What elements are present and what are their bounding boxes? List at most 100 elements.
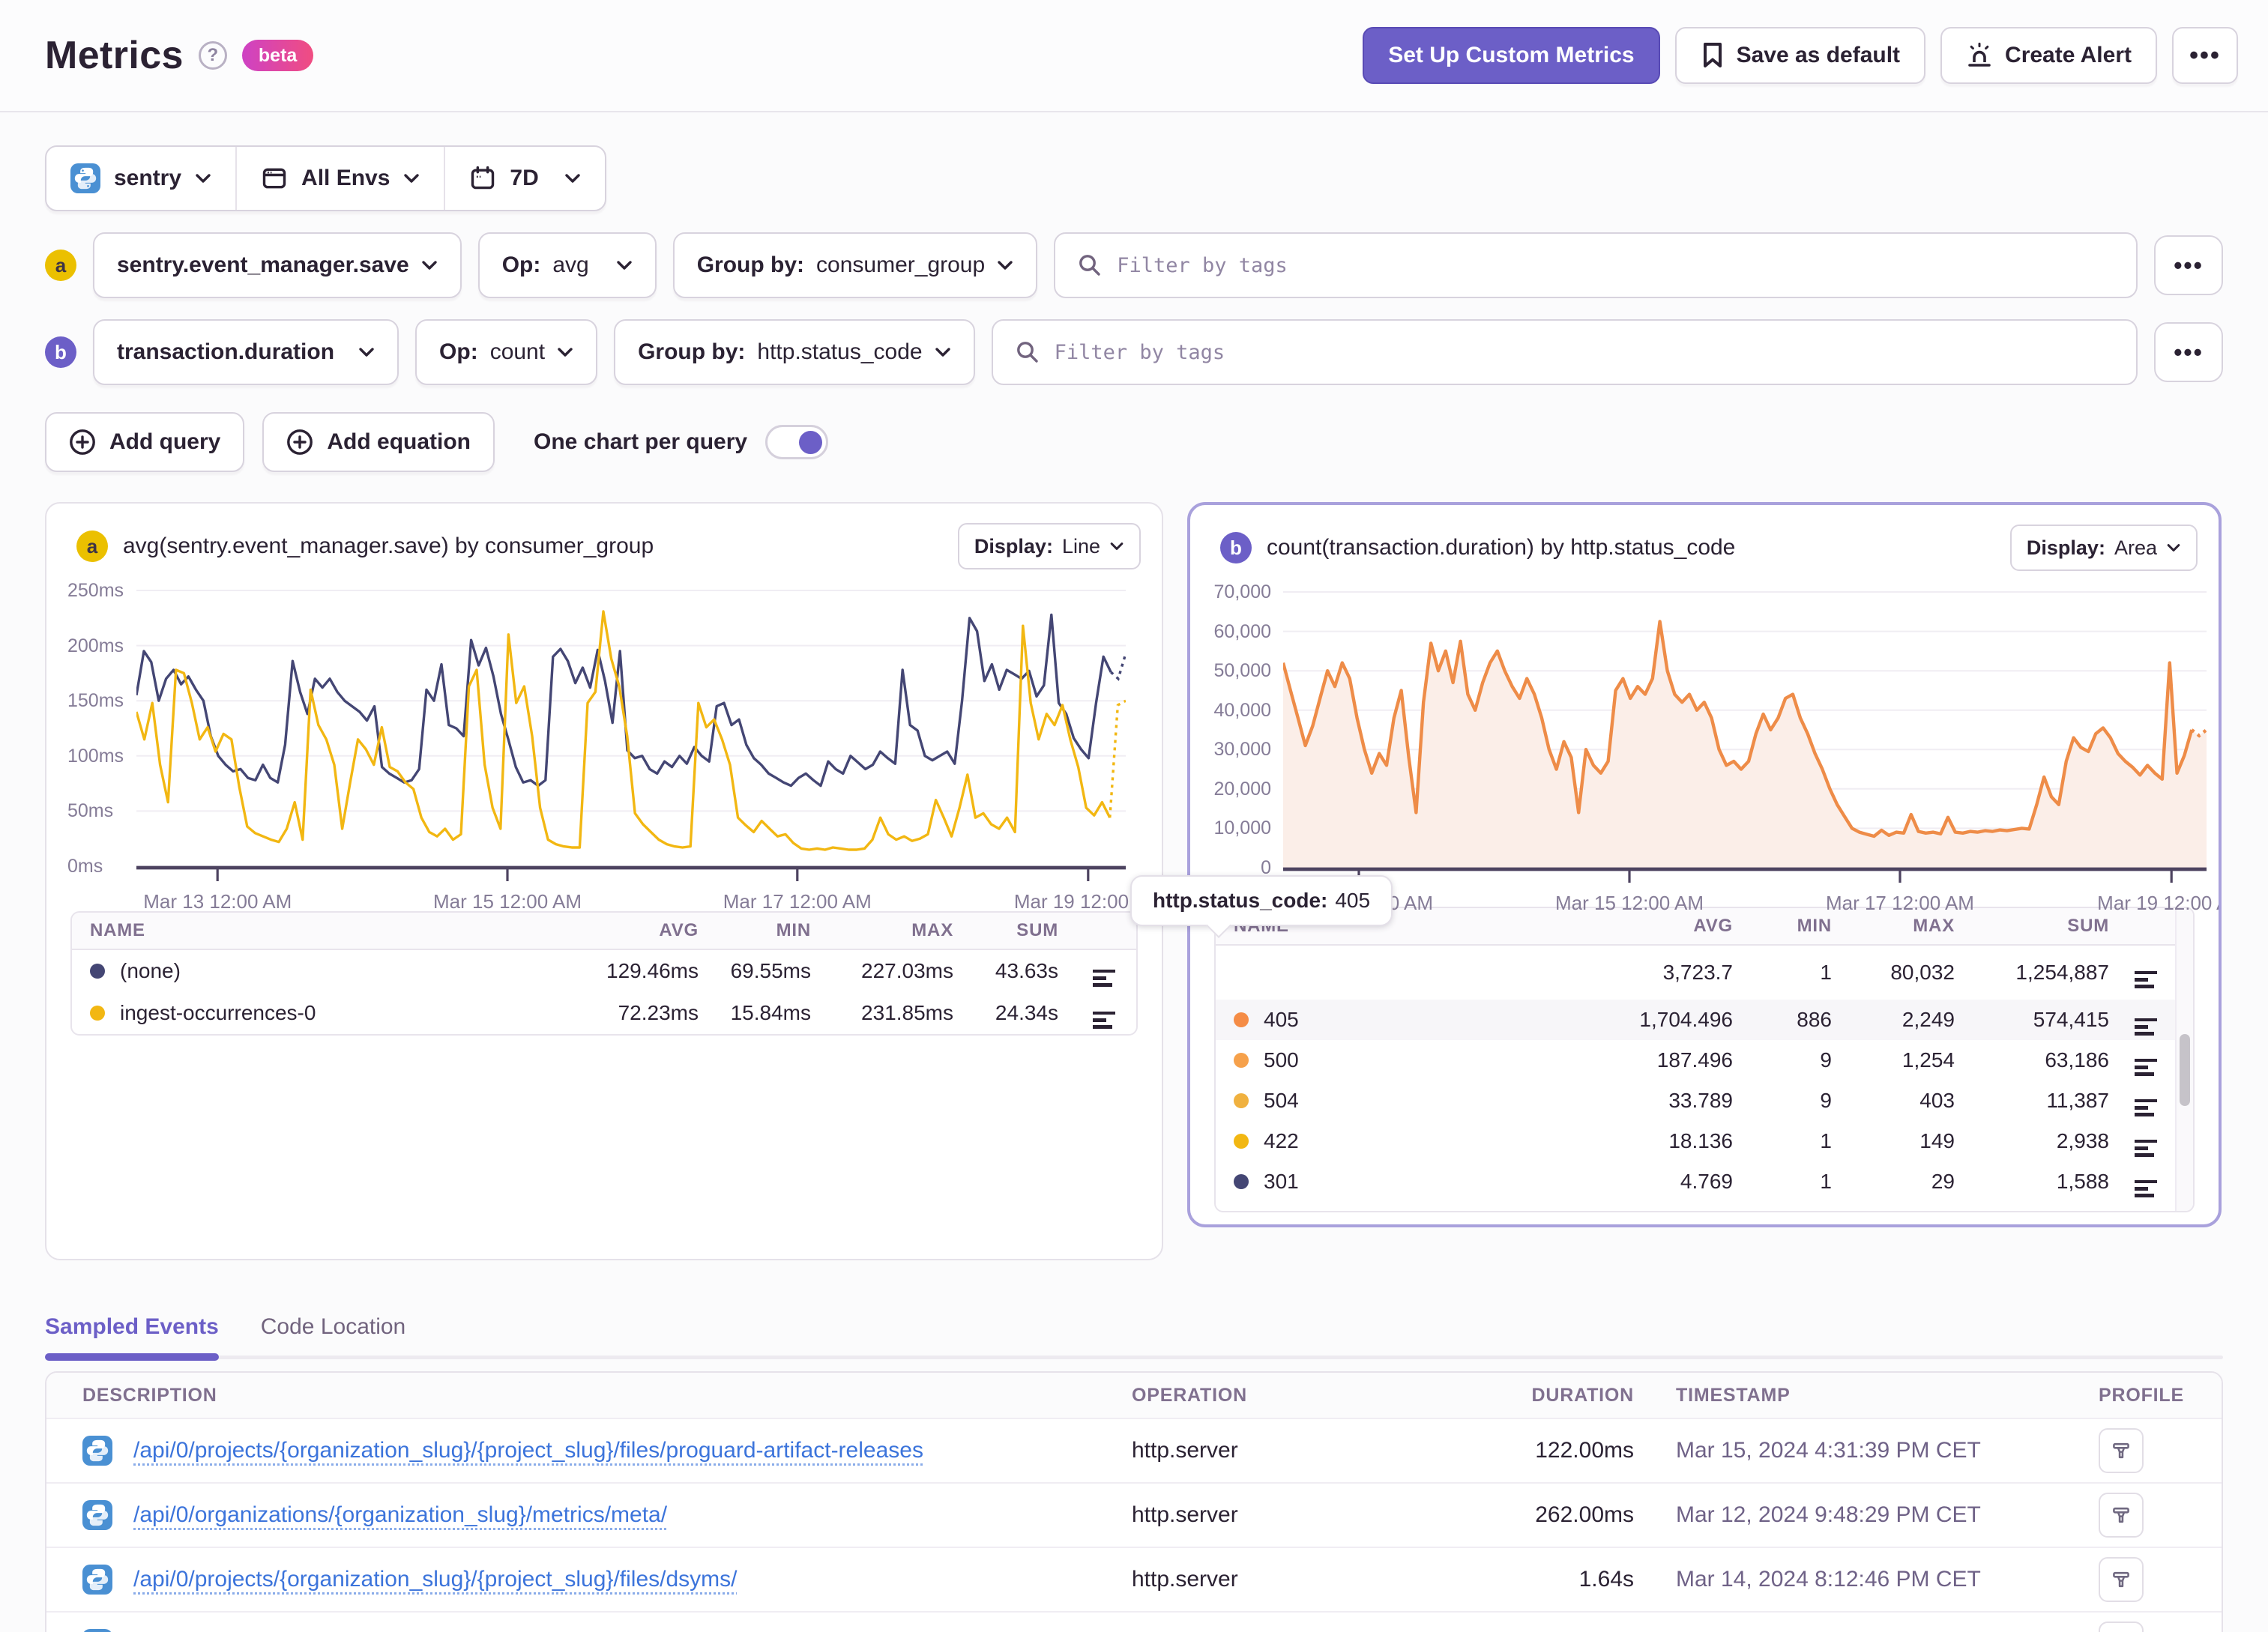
event-description-link[interactable]: /api/0/organizations/{organization_slug}…	[133, 1502, 667, 1528]
series-settings-icon[interactable]	[2135, 1179, 2157, 1201]
setup-custom-metrics-button[interactable]: Set Up Custom Metrics	[1363, 27, 1660, 84]
legend-row[interactable]: 502 6.904134863	[1216, 1202, 2193, 1211]
groupby-select-a[interactable]: Group by: consumer_group	[672, 232, 1038, 298]
legend-row[interactable]: 3,723.7 1 80,032 1,254,887	[1216, 946, 2193, 1000]
legend-scrollbar[interactable]	[2175, 908, 2193, 1211]
legend-row[interactable]: (none) 129.46ms 69.55ms 227.03ms 43.63s	[72, 950, 1136, 992]
profile-button[interactable]	[2099, 1622, 2144, 1632]
details-tabs: Sampled Events Code Location	[45, 1314, 2223, 1361]
tooltip-label: http.status_code:	[1153, 889, 1328, 912]
project-filter[interactable]: sentry	[46, 147, 238, 210]
series-name: ingest-occurrences-0	[120, 1001, 316, 1024]
save-as-default-button[interactable]: Save as default	[1674, 27, 1926, 84]
series-settings-icon[interactable]	[2135, 1058, 2157, 1080]
search-icon	[1016, 340, 1040, 364]
col-description: DESCRIPTION	[82, 1384, 217, 1406]
window-icon	[261, 165, 288, 192]
op-value-b: count	[489, 339, 546, 364]
legend-row[interactable]: 422 18.136 1 149 2,938	[1216, 1121, 2193, 1161]
display-select-a[interactable]: Display: Line	[957, 523, 1141, 569]
event-description-link[interactable]: /api/0/projects/{organization_slug}/{pro…	[133, 1438, 923, 1463]
header-more-button[interactable]: •••	[2172, 27, 2238, 84]
query-more-button-a[interactable]: •••	[2154, 235, 2223, 295]
series-sum: 1,254,887	[2015, 961, 2109, 984]
create-alert-button[interactable]: Create Alert	[1940, 27, 2157, 84]
event-duration: 262.00ms	[1535, 1502, 1634, 1527]
environment-filter-label: All Envs	[301, 166, 390, 190]
profile-button[interactable]	[2099, 1557, 2144, 1602]
x-axis-label: Mar 17 12:00 AM	[1825, 892, 1974, 914]
groupby-select-b[interactable]: Group by: http.status_code	[614, 319, 975, 385]
y-axis-label: 100ms	[67, 745, 124, 767]
series-settings-icon[interactable]	[2135, 1018, 2157, 1039]
series-name: 504	[1264, 1089, 1299, 1112]
series-name: 500	[1264, 1048, 1299, 1072]
beta-badge: beta	[241, 40, 314, 71]
legend-row[interactable]: 301 4.769 1 29 1,588	[1216, 1161, 2193, 1202]
chart-header-a: a avg(sentry.event_manager.save) by cons…	[76, 523, 1141, 569]
project-filter-label: sentry	[114, 166, 182, 190]
python-platform-icon	[82, 1565, 112, 1595]
add-equation-button[interactable]: Add equation	[262, 412, 495, 472]
chevron-down-icon	[616, 260, 633, 271]
plus-circle-icon	[286, 429, 313, 456]
y-axis-label: 50,000	[1213, 660, 1271, 682]
series-max: 403	[1919, 1089, 1955, 1112]
legend-row[interactable]: 500 187.496 9 1,254 63,186	[1216, 1040, 2193, 1081]
y-axis-label: 0ms	[67, 856, 103, 877]
create-alert-label: Create Alert	[2005, 43, 2132, 67]
chevron-down-icon	[195, 173, 211, 184]
series-settings-icon[interactable]	[1093, 1011, 1115, 1033]
metric-select-b[interactable]: transaction.duration	[93, 319, 399, 385]
chart-card-a[interactable]: a avg(sentry.event_manager.save) by cons…	[45, 502, 1163, 1260]
area-chart-b[interactable]	[1283, 589, 2207, 884]
series-settings-icon[interactable]	[1093, 969, 1115, 991]
event-description-link[interactable]: /api/0/projects/{organization_slug}/{pro…	[133, 1567, 737, 1592]
legend-row[interactable]: 405 1,704.496 886 2,249 574,415	[1216, 1000, 2193, 1040]
x-axis-label: Mar 19 12:00 AM	[2097, 892, 2219, 914]
series-sum: 2,938	[2056, 1129, 2109, 1152]
query-more-button-b[interactable]: •••	[2154, 322, 2223, 382]
legend-row[interactable]: ingest-occurrences-0 72.23ms 15.84ms 231…	[72, 992, 1136, 1034]
metric-select-a[interactable]: sentry.event_manager.save	[93, 232, 462, 298]
series-settings-icon[interactable]	[2135, 1139, 2157, 1161]
legend-header: NAME AVG MIN MAX SUM	[72, 913, 1136, 950]
date-range-filter[interactable]: 7D	[445, 147, 604, 210]
tag-filter-input-b[interactable]	[1054, 340, 2114, 364]
series-color-dot	[90, 1006, 105, 1021]
series-min: 15.84ms	[730, 1001, 811, 1024]
y-axis-label: 20,000	[1213, 778, 1271, 800]
chevron-down-icon	[564, 173, 581, 184]
profile-icon	[2109, 1568, 2133, 1592]
event-duration: 1.64s	[1578, 1567, 1634, 1592]
op-select-b[interactable]: Op: count	[415, 319, 598, 385]
y-axis-label: 50ms	[67, 800, 114, 822]
series-sum: 63,186	[2045, 1048, 2109, 1072]
calendar-icon	[469, 165, 496, 192]
add-query-button[interactable]: Add query	[45, 412, 245, 472]
op-select-a[interactable]: Op: avg	[477, 232, 657, 298]
one-chart-per-query-toggle[interactable]	[765, 425, 829, 459]
display-select-b[interactable]: Display: Area	[2009, 525, 2198, 571]
op-value-a: avg	[552, 253, 589, 277]
tab-sampled-events[interactable]: Sampled Events	[45, 1314, 219, 1361]
chart-card-b[interactable]: b count(transaction.duration) by http.st…	[1187, 502, 2222, 1227]
series-settings-icon[interactable]	[2135, 1098, 2157, 1120]
tab-code-location[interactable]: Code Location	[261, 1314, 405, 1359]
help-icon[interactable]: ?	[198, 41, 227, 70]
tag-filter-b[interactable]	[991, 319, 2138, 385]
series-tooltip: http.status_code: 405	[1130, 875, 1393, 926]
tag-filter-a[interactable]	[1054, 232, 2138, 298]
scrollbar-thumb[interactable]	[2180, 1034, 2190, 1106]
series-settings-icon[interactable]	[2135, 970, 2157, 992]
series-name: 422	[1264, 1129, 1299, 1152]
profile-button[interactable]	[2099, 1493, 2144, 1538]
save-as-default-label: Save as default	[1736, 43, 1901, 67]
series-color-dot	[1234, 1134, 1249, 1149]
profile-button[interactable]	[2099, 1428, 2144, 1473]
line-chart-a[interactable]	[136, 587, 1126, 883]
tag-filter-input-a[interactable]	[1117, 253, 2114, 277]
legend-table-b: NAME AVG MIN MAX SUM 3,723.7180,0321,254…	[1214, 907, 2195, 1212]
environment-filter[interactable]: All Envs	[237, 147, 446, 210]
legend-row[interactable]: 504 33.789 9 403 11,387	[1216, 1081, 2193, 1121]
